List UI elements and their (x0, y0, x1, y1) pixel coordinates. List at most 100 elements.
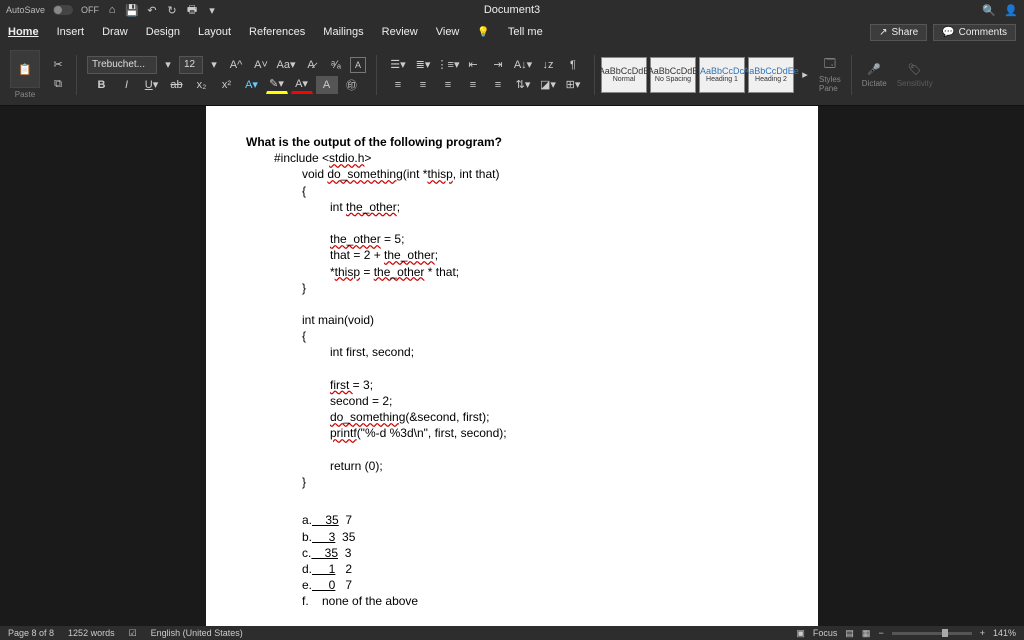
distributed-icon[interactable]: ≡ (487, 76, 509, 94)
indent-icon[interactable]: ⇥ (487, 56, 509, 74)
spellcheck-icon[interactable]: ☑ (129, 628, 137, 639)
user-icon[interactable]: 👤 (1004, 3, 1018, 17)
font-color-icon[interactable]: A▾ (291, 76, 313, 94)
chevron-down-icon[interactable]: ▾ (160, 57, 176, 73)
mic-icon: 🎤 (866, 61, 882, 77)
shading-icon[interactable]: ◪▾ (537, 76, 559, 94)
font-name-select[interactable]: Trebuchet... (87, 56, 157, 74)
comment-icon: 💬 (942, 27, 954, 38)
tab-mailings[interactable]: Mailings (323, 22, 363, 42)
subscript-icon[interactable]: x₂ (191, 76, 213, 94)
style-normal[interactable]: AaBbCcDdENormal (601, 57, 647, 93)
tab-insert[interactable]: Insert (57, 22, 85, 42)
ribbon-tabs: Home Insert Draw Design Layout Reference… (0, 20, 1024, 44)
sensitivity-icon: 🏷 (907, 61, 923, 77)
home-icon[interactable]: ⌂ (105, 3, 119, 17)
zoom-out-icon[interactable]: − (878, 628, 883, 638)
borders-icon[interactable]: ⊞▾ (562, 76, 584, 94)
sensitivity-group[interactable]: 🏷 Sensitivity (893, 59, 937, 90)
dictate-group[interactable]: 🎤 Dictate (858, 59, 891, 90)
document-title: Document3 (484, 4, 540, 16)
underline-icon[interactable]: U▾ (141, 76, 163, 94)
language-indicator[interactable]: English (United States) (151, 628, 243, 638)
code-line: { (302, 328, 778, 344)
superscript-icon[interactable]: x² (216, 76, 238, 94)
titlebar: AutoSave OFF ⌂ 💾 ↶ ↻ 🖶 ▾ Document3 🔍 👤 (0, 0, 1024, 20)
strike-icon[interactable]: ab (166, 76, 188, 94)
align-center-icon[interactable]: ≡ (412, 76, 434, 94)
char-shading-icon[interactable]: A (316, 76, 338, 94)
align-right-icon[interactable]: ≡ (437, 76, 459, 94)
shrink-font-icon[interactable]: A˅ (250, 56, 272, 74)
focus-icon[interactable]: ▣ (796, 628, 805, 639)
font-size-select[interactable]: 12 (179, 56, 203, 74)
code-line: } (302, 280, 778, 296)
tab-references[interactable]: References (249, 22, 305, 42)
focus-label[interactable]: Focus (813, 628, 838, 638)
styles-more-icon[interactable]: ▸ (797, 67, 813, 83)
redo-icon[interactable]: ↻ (165, 3, 179, 17)
chevron-down-icon[interactable]: ▾ (205, 3, 219, 17)
italic-icon[interactable]: I (116, 76, 138, 94)
cut-icon[interactable]: ✂ (50, 57, 66, 73)
outdent-icon[interactable]: ⇤ (462, 56, 484, 74)
change-case-icon[interactable]: Aa▾ (275, 56, 297, 74)
autosave-toggle[interactable] (53, 5, 73, 15)
document-page[interactable]: What is the output of the following prog… (206, 106, 818, 626)
zoom-level[interactable]: 141% (993, 628, 1016, 638)
tab-home[interactable]: Home (8, 22, 39, 42)
save-icon[interactable]: 💾 (125, 3, 139, 17)
phonetic-icon[interactable]: ᵃ⁄ₐ (325, 56, 347, 74)
styles-pane-group[interactable]: 🗔 Styles Pane (815, 55, 845, 95)
styles-pane-label: Styles Pane (819, 75, 841, 93)
sort-icon[interactable]: A↓▾ (512, 56, 534, 74)
code-line: return (0); (330, 458, 778, 474)
grow-font-icon[interactable]: A^ (225, 56, 247, 74)
bulb-icon: 💡 (477, 27, 489, 38)
option-c: c. 35 3 (302, 545, 778, 561)
tell-me[interactable]: Tell me (508, 22, 543, 42)
justify-icon[interactable]: ≡ (462, 76, 484, 94)
web-layout-icon[interactable]: ▦ (862, 628, 871, 639)
word-count[interactable]: 1252 words (68, 628, 115, 638)
pilcrow-icon[interactable]: ¶ (562, 56, 584, 74)
line-spacing-icon[interactable]: ⇅▾ (512, 76, 534, 94)
tab-design[interactable]: Design (146, 22, 180, 42)
print-icon[interactable]: 🖶 (185, 3, 199, 17)
zoom-slider[interactable] (892, 632, 972, 635)
style-heading2[interactable]: AaBbCcDdEeHeading 2 (748, 57, 794, 93)
tab-draw[interactable]: Draw (102, 22, 128, 42)
zoom-in-icon[interactable]: + (980, 628, 985, 638)
numbering-icon[interactable]: ≣▾ (412, 56, 434, 74)
clear-format-icon[interactable]: A̷ (300, 56, 322, 74)
highlight-icon[interactable]: ✎▾ (266, 76, 288, 94)
style-nospacing[interactable]: AaBbCcDdENo Spacing (650, 57, 696, 93)
sort2-icon[interactable]: ↓z (537, 56, 559, 74)
multilevel-icon[interactable]: ⋮≡▾ (437, 56, 459, 74)
paragraph-group: ☰▾ ≣▾ ⋮≡▾ ⇤ ⇥ A↓▾ ↓z ¶ ≡ ≡ ≡ ≡ ≡ ⇅▾ ◪▾ ⊞… (383, 54, 588, 96)
tab-view[interactable]: View (436, 22, 460, 42)
copy-icon[interactable]: ⧉ (50, 77, 66, 93)
code-line: the_other = 5; (330, 231, 778, 247)
undo-icon[interactable]: ↶ (145, 3, 159, 17)
align-left-icon[interactable]: ≡ (387, 76, 409, 94)
code-line: second = 2; (330, 393, 778, 409)
share-button[interactable]: ↗Share (870, 24, 927, 41)
chevron-down-icon[interactable]: ▾ (206, 57, 222, 73)
print-layout-icon[interactable]: ▤ (845, 628, 854, 639)
ribbon: 📋 Paste ✂ ⧉ Trebuchet... ▾ 12 ▾ A^ A˅ Aa… (0, 44, 1024, 106)
share-icon: ↗ (879, 27, 887, 38)
paste-button[interactable]: 📋 (10, 50, 40, 88)
tab-layout[interactable]: Layout (198, 22, 231, 42)
bold-icon[interactable]: B (91, 76, 113, 94)
search-icon[interactable]: 🔍 (982, 3, 996, 17)
comments-button[interactable]: 💬Comments (933, 24, 1016, 41)
bullets-icon[interactable]: ☰▾ (387, 56, 409, 74)
text-effects-icon[interactable]: A▾ (241, 76, 263, 94)
style-heading1[interactable]: AaBbCcDcHeading 1 (699, 57, 745, 93)
page-indicator[interactable]: Page 8 of 8 (8, 628, 54, 638)
option-f: f. none of the above (302, 593, 778, 609)
tab-review[interactable]: Review (382, 22, 418, 42)
char-border-icon[interactable]: A (350, 57, 366, 73)
enclose-icon[interactable]: ㊞ (341, 76, 363, 94)
